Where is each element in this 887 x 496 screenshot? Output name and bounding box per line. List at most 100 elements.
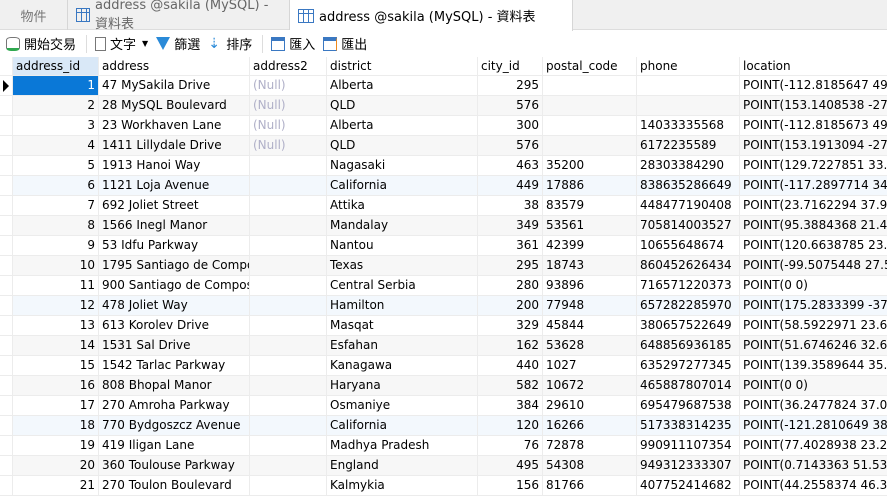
cell-address-id[interactable]: 18 [13,416,99,435]
cell-postal-code[interactable]: 16266 [543,416,637,435]
cell-address-id[interactable]: 4 [13,136,99,155]
cell-phone[interactable]: 28303384290 [637,156,740,175]
cell-address[interactable]: 360 Toulouse Parkway [99,456,250,475]
cell-location[interactable]: POINT(0 0) [740,376,887,395]
cell-address2[interactable] [250,356,327,375]
row-indicator[interactable] [0,416,13,435]
cell-postal-code[interactable]: 93896 [543,276,637,295]
cell-postal-code[interactable]: 45844 [543,316,637,335]
cell-address-id[interactable]: 1 [13,76,99,95]
import-button[interactable]: 匯入 [271,34,315,53]
tab-objects[interactable]: 物件 [0,0,68,30]
table-row[interactable]: 2 28 MySQL Boulevard (Null) QLD 576 POINT(153… [0,96,887,116]
cell-address2[interactable] [250,296,327,315]
table-row[interactable]: 17 270 Amroha Parkway Osmaniye 384 29610 6954… [0,396,887,416]
cell-location[interactable]: POINT(139.3589644 35.5557 [740,356,887,375]
cell-address2[interactable] [250,156,327,175]
cell-phone[interactable]: 949312333307 [637,456,740,475]
filter-button[interactable]: 篩選 [156,34,200,53]
cell-address[interactable]: 900 Santiago de Compostela [99,276,250,295]
column-header[interactable]: address [99,57,250,75]
cell-district[interactable]: Haryana [327,376,478,395]
cell-postal-code[interactable] [543,96,637,115]
cell-address-id[interactable]: 7 [13,196,99,215]
cell-address[interactable]: 47 MySakila Drive [99,76,250,95]
cell-phone[interactable]: 648856936185 [637,336,740,355]
cell-address[interactable]: 1531 Sal Drive [99,336,250,355]
cell-address[interactable]: 28 MySQL Boulevard [99,96,250,115]
cell-address[interactable]: 478 Joliet Way [99,296,250,315]
cell-phone[interactable]: 380657522649 [637,316,740,335]
cell-city-id[interactable]: 449 [478,176,543,195]
cell-address-id[interactable]: 2 [13,96,99,115]
cell-address-id[interactable]: 15 [13,356,99,375]
row-indicator[interactable] [0,276,13,295]
cell-district[interactable]: California [327,176,478,195]
cell-address2[interactable] [250,176,327,195]
cell-postal-code[interactable]: 54308 [543,456,637,475]
column-header[interactable]: phone [637,57,740,75]
cell-address[interactable]: 1566 Inegl Manor [99,216,250,235]
column-header[interactable]: city_id [478,57,543,75]
table-row[interactable]: 14 1531 Sal Drive Esfahan 162 53628 648856936… [0,336,887,356]
cell-location[interactable]: POINT(-121.2810649 38.7071 [740,416,887,435]
cell-location[interactable]: POINT(-99.5075448 27.50641 [740,256,887,275]
row-indicator[interactable] [0,96,13,115]
cell-district[interactable]: Alberta [327,76,478,95]
cell-address[interactable]: 613 Korolev Drive [99,316,250,335]
cell-address-id[interactable]: 11 [13,276,99,295]
cell-district[interactable]: Kanagawa [327,356,478,375]
table-row[interactable]: 101795 Santiago de Composte Texas29518743… [0,256,887,276]
column-header[interactable]: location [740,57,887,75]
cell-address2[interactable] [250,476,327,495]
row-indicator[interactable] [0,476,13,495]
text-button[interactable]: 文字 ▼ [95,34,148,53]
row-indicator[interactable] [0,456,13,475]
cell-address2[interactable] [250,276,327,295]
cell-district[interactable]: California [327,416,478,435]
cell-district[interactable]: Masqat [327,316,478,335]
cell-address-id[interactable]: 8 [13,216,99,235]
cell-city-id[interactable]: 295 [478,76,543,95]
cell-district[interactable]: Esfahan [327,336,478,355]
row-indicator[interactable] [0,336,13,355]
cell-city-id[interactable]: 156 [478,476,543,495]
cell-district[interactable]: Madhya Pradesh [327,436,478,455]
cell-city-id[interactable]: 582 [478,376,543,395]
cell-location[interactable]: POINT(129.7227851 33.1591 [740,156,887,175]
cell-address[interactable]: 1913 Hanoi Way [99,156,250,175]
table-row[interactable]: 8 1566 Inegl Manor Mandalay 349 53561 7058140… [0,216,887,236]
cell-district[interactable]: Osmaniye [327,396,478,415]
cell-location[interactable]: POINT(51.6746246 32.65246 [740,336,887,355]
cell-address-id[interactable]: 5 [13,156,99,175]
cell-location[interactable]: POINT(-112.8185647 49.6999 [740,76,887,95]
cell-city-id[interactable]: 300 [478,116,543,135]
cell-address-id[interactable]: 10 [13,256,99,275]
cell-postal-code[interactable]: 53561 [543,216,637,235]
cell-address[interactable]: 419 Iligan Lane [99,436,250,455]
cell-address2[interactable] [250,196,327,215]
table-row[interactable]: 11900 Santiago de Compostela Central Serb… [0,276,887,296]
cell-postal-code[interactable]: 10672 [543,376,637,395]
cell-address-id[interactable]: 20 [13,456,99,475]
cell-location[interactable]: POINT(153.1913094 -27.6333 [740,136,887,155]
cell-postal-code[interactable]: 18743 [543,256,637,275]
cell-phone[interactable]: 407752414682 [637,476,740,495]
table-row[interactable]: 6 1121 Loja Avenue California 449 17886 83863… [0,176,887,196]
cell-phone[interactable]: 448477190408 [637,196,740,215]
table-row[interactable]: 7 692 Joliet Street Attika 38 83579 448477190… [0,196,887,216]
cell-phone[interactable]: 657282285970 [637,296,740,315]
cell-location[interactable]: POINT(44.2558374 46.30778 [740,476,887,495]
cell-city-id[interactable]: 495 [478,456,543,475]
cell-phone[interactable]: 860452626434 [637,256,740,275]
cell-address[interactable]: 1795 Santiago de Composte [99,256,250,275]
cell-district[interactable]: QLD [327,136,478,155]
row-indicator[interactable] [0,176,13,195]
cell-city-id[interactable]: 384 [478,396,543,415]
cell-address[interactable]: 1121 Loja Avenue [99,176,250,195]
export-button[interactable]: 匯出 [323,34,367,53]
cell-district[interactable]: Alberta [327,116,478,135]
cell-district[interactable]: Kalmykia [327,476,478,495]
cell-address-id[interactable]: 17 [13,396,99,415]
table-row[interactable]: 20 360 Toulouse Parkway England 495 54308 949… [0,456,887,476]
